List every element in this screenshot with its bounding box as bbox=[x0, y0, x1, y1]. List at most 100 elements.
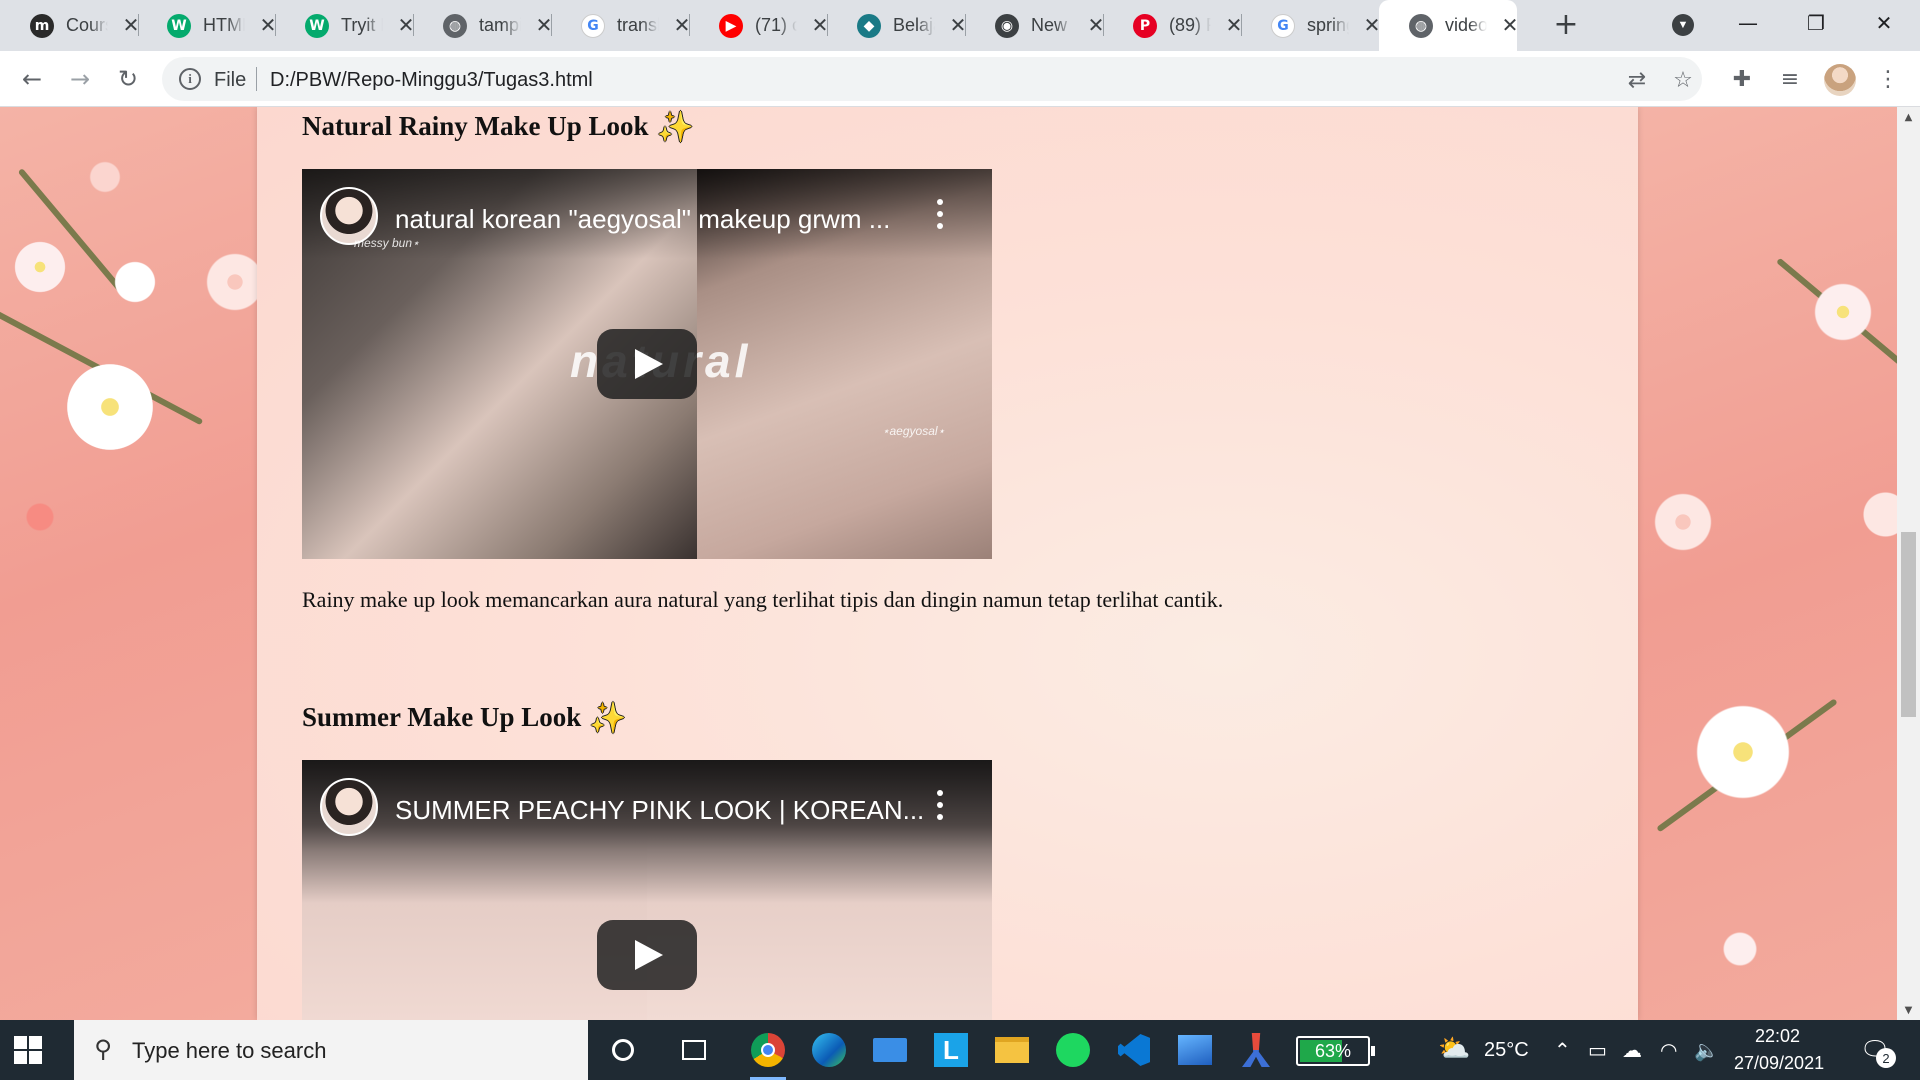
browser-tab[interactable]: ◍ video ✕ bbox=[1379, 0, 1518, 51]
scroll-thumb[interactable] bbox=[1901, 532, 1916, 717]
wifi-icon[interactable]: ◠ bbox=[1660, 1038, 1677, 1062]
file-explorer-taskbar-icon[interactable] bbox=[990, 1028, 1034, 1072]
url-text[interactable]: D:/PBW/Repo-Minggu3/Tugas3.html bbox=[270, 69, 593, 92]
minimize-button[interactable]: — bbox=[1726, 6, 1770, 40]
temperature-label[interactable]: 25°C bbox=[1484, 1039, 1529, 1062]
coursera-icon: m bbox=[30, 14, 54, 38]
channel-avatar[interactable] bbox=[320, 778, 378, 836]
translate-icon[interactable]: ⇄ bbox=[1624, 67, 1650, 93]
page-scrollbar[interactable]: ▲ ▼ bbox=[1897, 107, 1920, 1020]
play-button[interactable] bbox=[597, 329, 697, 399]
globe-icon: ◍ bbox=[1409, 14, 1433, 38]
video-embed-summer[interactable]: SUMMER PEACHY PINK LOOK | KOREAN... bbox=[302, 760, 992, 1020]
taskbar-search[interactable]: ⚲ Type here to search bbox=[74, 1020, 588, 1080]
tab-title: (71) c bbox=[755, 15, 797, 36]
snipping-tool-taskbar-icon[interactable] bbox=[1234, 1028, 1278, 1072]
forward-button[interactable]: → bbox=[64, 63, 96, 95]
battery-percent: 63% bbox=[1314, 1041, 1352, 1061]
browser-tab[interactable]: mCoursera✕ bbox=[0, 0, 139, 51]
clock-time[interactable]: 22:02 bbox=[1755, 1026, 1800, 1047]
browser-toolbar: ← → ↻ i File D:/PBW/Repo-Minggu3/Tugas3.… bbox=[0, 51, 1920, 107]
bookmark-star-icon[interactable]: ☆ bbox=[1670, 67, 1696, 93]
mail-taskbar-icon[interactable] bbox=[868, 1028, 912, 1072]
new-tab-button[interactable]: + bbox=[1551, 10, 1581, 40]
windows-taskbar: ⚲ Type here to search L 63% ⛅ 25°C ⌃ ▭ ☁… bbox=[0, 1020, 1920, 1080]
tab-title: HTML bbox=[203, 15, 245, 36]
dicoding-icon: ◆ bbox=[857, 14, 881, 38]
github-icon: ◉ bbox=[995, 14, 1019, 38]
reload-button[interactable]: ↻ bbox=[112, 63, 144, 95]
more-menu-icon[interactable]: ⋮ bbox=[1872, 63, 1904, 95]
tab-close-icon[interactable]: ✕ bbox=[1497, 12, 1523, 38]
chrome-taskbar-icon[interactable] bbox=[746, 1028, 790, 1080]
background-right-blossoms bbox=[1638, 107, 1897, 1020]
google-icon: G bbox=[581, 14, 605, 38]
youtube-icon: ▶ bbox=[719, 14, 743, 38]
back-arrow-icon: ← bbox=[21, 65, 43, 93]
back-button[interactable]: ← bbox=[16, 63, 48, 95]
taskbar-search-placeholder[interactable]: Type here to search bbox=[132, 1038, 326, 1064]
browser-tab[interactable]: Gspring✕ bbox=[1241, 0, 1380, 51]
tab-title: New bbox=[1031, 15, 1073, 36]
scroll-down-arrow-icon[interactable]: ▼ bbox=[1897, 1000, 1920, 1020]
globe-icon: ◍ bbox=[443, 14, 467, 38]
vscode-taskbar-icon[interactable] bbox=[1112, 1028, 1156, 1072]
forward-arrow-icon: → bbox=[69, 65, 91, 93]
video-title[interactable]: SUMMER PEACHY PINK LOOK | KOREAN... bbox=[395, 795, 924, 826]
scheme-label: File bbox=[214, 69, 247, 91]
main-content: Natural Rainy Make Up Look ✨ natural kore… bbox=[257, 107, 1638, 1020]
section-heading-summer: Summer Make Up Look ✨ bbox=[302, 701, 627, 736]
tab-search-button[interactable]: ▼ bbox=[1672, 14, 1694, 36]
blossom-bud bbox=[110, 257, 160, 307]
tab-strip: mCoursera✕WHTML✕WTryit Editor✕◍tampilan✕… bbox=[0, 0, 1920, 51]
video-embed-rainy[interactable]: natural korean "aegyosal" makeup grwm ..… bbox=[302, 169, 992, 559]
weather-cloud-icon[interactable]: ⛅ bbox=[1438, 1034, 1470, 1064]
profile-avatar[interactable] bbox=[1824, 64, 1856, 96]
close-window-button[interactable]: ✕ bbox=[1862, 6, 1906, 40]
tab-title: Coursera bbox=[66, 15, 108, 36]
scroll-up-arrow-icon[interactable]: ▲ bbox=[1897, 107, 1920, 127]
browser-tab[interactable]: WTryit Editor✕ bbox=[275, 0, 414, 51]
browser-tab[interactable]: ◍tampilan✕ bbox=[413, 0, 552, 51]
launcher-l-taskbar-icon[interactable]: L bbox=[929, 1028, 973, 1072]
task-view-icon[interactable] bbox=[672, 1028, 716, 1072]
onedrive-cloud-icon[interactable]: ☁ bbox=[1622, 1038, 1642, 1062]
windows-start-icon[interactable] bbox=[14, 1036, 42, 1064]
browser-tab[interactable]: ◆Belajar✕ bbox=[827, 0, 966, 51]
media-control-icon[interactable]: ≡ bbox=[1774, 63, 1806, 95]
battery-tray-icon[interactable]: ▭ bbox=[1588, 1038, 1607, 1062]
cortana-icon[interactable] bbox=[601, 1028, 645, 1072]
extensions-puzzle-icon[interactable]: ✚ bbox=[1726, 63, 1758, 95]
w3schools-icon: W bbox=[305, 14, 329, 38]
volume-icon[interactable]: 🔈 bbox=[1694, 1038, 1719, 1062]
browser-tab[interactable]: P(89) P✕ bbox=[1103, 0, 1242, 51]
spotify-taskbar-icon[interactable] bbox=[1051, 1028, 1095, 1072]
browser-tab[interactable]: WHTML✕ bbox=[137, 0, 276, 51]
photos-taskbar-icon[interactable] bbox=[1173, 1028, 1217, 1072]
thumbnail-tag-left: messy bun⋆ bbox=[354, 236, 420, 250]
clock-date[interactable]: 27/09/2021 bbox=[1734, 1053, 1824, 1074]
browser-tab[interactable]: ◉ New ✕ bbox=[965, 0, 1104, 51]
blossom-bud bbox=[1718, 927, 1762, 971]
page-viewport: Natural Rainy Make Up Look ✨ natural kore… bbox=[0, 107, 1897, 1020]
video-more-icon[interactable] bbox=[936, 199, 944, 229]
video-title[interactable]: natural korean "aegyosal" makeup grwm ..… bbox=[395, 204, 890, 235]
battery-indicator[interactable]: 63% bbox=[1296, 1036, 1375, 1066]
browser-tab[interactable]: Gtranslate✕ bbox=[551, 0, 690, 51]
blossom-flower bbox=[1648, 487, 1718, 557]
notification-badge: 2 bbox=[1876, 1048, 1896, 1068]
edge-taskbar-icon[interactable] bbox=[807, 1028, 851, 1072]
play-button[interactable] bbox=[597, 920, 697, 990]
blossom-flower bbox=[1688, 697, 1798, 807]
section-heading-rainy: Natural Rainy Make Up Look ✨ bbox=[302, 110, 694, 145]
video-more-icon[interactable] bbox=[936, 790, 944, 820]
notification-center-icon[interactable]: 🗨 2 bbox=[1860, 1036, 1896, 1068]
blossom-bud bbox=[85, 157, 125, 197]
chevron-up-icon[interactable]: ⌃ bbox=[1554, 1038, 1571, 1062]
restore-button[interactable]: ❐ bbox=[1794, 6, 1838, 40]
address-separator bbox=[256, 67, 257, 91]
browser-tab[interactable]: ▶ (71) c ✕ bbox=[689, 0, 828, 51]
tab-title: video bbox=[1445, 15, 1487, 36]
info-icon[interactable]: i bbox=[179, 68, 201, 90]
address-bar[interactable]: i File D:/PBW/Repo-Minggu3/Tugas3.html ⇄… bbox=[162, 57, 1702, 101]
